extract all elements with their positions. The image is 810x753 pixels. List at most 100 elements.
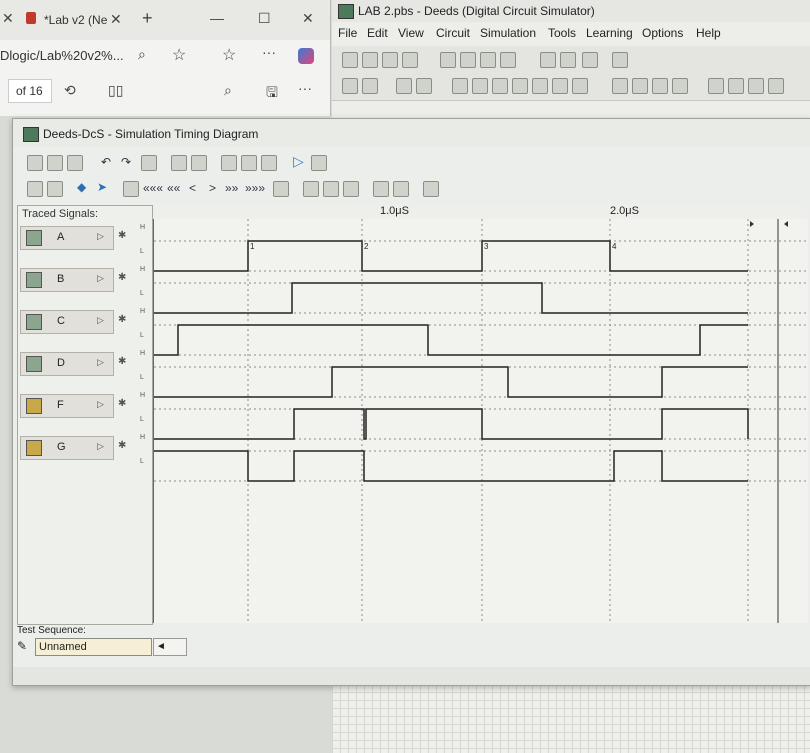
- test-sequence-field[interactable]: Unnamed: [35, 638, 152, 656]
- waveform-a[interactable]: [154, 240, 748, 272]
- scroll-fast-left-button[interactable]: ««: [167, 181, 180, 195]
- minimize-icon[interactable]: —: [210, 10, 224, 26]
- waveform-canvas[interactable]: 1 2 3 4: [154, 219, 808, 623]
- component-icon[interactable]: [362, 78, 378, 94]
- close-icon[interactable]: ✕: [2, 10, 14, 27]
- delete-icon[interactable]: [241, 155, 257, 171]
- component-view-icon[interactable]: [423, 181, 439, 197]
- flipflop-icon[interactable]: [612, 78, 628, 94]
- gate-icon[interactable]: [572, 78, 588, 94]
- scroll-fast-right-button[interactable]: »»: [225, 181, 238, 195]
- xor-gate-icon[interactable]: [532, 78, 548, 94]
- signal-row-a[interactable]: A ▷: [20, 226, 114, 250]
- copy-icon[interactable]: [480, 52, 496, 68]
- menu-learning[interactable]: Learning: [586, 26, 633, 40]
- rising-edge-icon[interactable]: [171, 155, 187, 171]
- signal-row-d[interactable]: D ▷: [20, 352, 114, 376]
- signal-menu-icon[interactable]: ▷: [97, 357, 104, 368]
- browser-tab-title[interactable]: *Lab v2 (Ne: [44, 13, 107, 27]
- waveform-f[interactable]: [154, 408, 749, 440]
- falling-edge-icon[interactable]: [191, 155, 207, 171]
- scroll-far-right-button[interactable]: »»»: [245, 181, 265, 195]
- flipflop-icon[interactable]: [672, 78, 688, 94]
- cursor-icon[interactable]: [373, 181, 389, 197]
- address-bar[interactable]: Dlogic/Lab%20v2%... ⌕ ☆ ☆ ···: [0, 40, 330, 72]
- more-icon[interactable]: ···: [298, 80, 312, 96]
- step-icon[interactable]: [273, 181, 289, 197]
- zoom-out-icon[interactable]: [560, 52, 576, 68]
- menu-help[interactable]: Help: [696, 26, 721, 40]
- hand-icon[interactable]: [582, 52, 598, 68]
- play-icon[interactable]: ▷: [293, 153, 304, 170]
- grid-icon[interactable]: [123, 181, 139, 197]
- stop-icon[interactable]: [311, 155, 327, 171]
- copilot-icon[interactable]: [298, 48, 314, 64]
- signal-menu-icon[interactable]: ▷: [97, 441, 104, 452]
- scroll-left-arrow[interactable]: ◄: [153, 638, 187, 656]
- component-icon[interactable]: [342, 78, 358, 94]
- paste-icon[interactable]: [500, 52, 516, 68]
- menu-file[interactable]: File: [338, 26, 357, 40]
- insert-icon[interactable]: [221, 155, 237, 171]
- menu-view[interactable]: View: [398, 26, 424, 40]
- zoom-in-icon[interactable]: [540, 52, 556, 68]
- end-marker-icon[interactable]: [750, 221, 754, 227]
- redo-icon[interactable]: ↷: [121, 155, 131, 169]
- more-options-icon[interactable]: ···: [262, 44, 276, 60]
- arrow-left-icon[interactable]: ◆: [77, 180, 86, 194]
- maximize-icon[interactable]: ☐: [258, 10, 271, 27]
- menu-simulation[interactable]: Simulation: [480, 26, 536, 40]
- waveform-g[interactable]: [154, 450, 748, 482]
- nand-gate-icon[interactable]: [492, 78, 508, 94]
- waveform-d[interactable]: [154, 366, 748, 398]
- save-icon[interactable]: [382, 52, 398, 68]
- cursor-icon[interactable]: [393, 181, 409, 197]
- device-icon[interactable]: [728, 78, 744, 94]
- zoom-in-icon[interactable]: [303, 181, 319, 197]
- menu-tools[interactable]: Tools: [548, 26, 576, 40]
- or-gate-icon[interactable]: [416, 78, 432, 94]
- window-close-icon[interactable]: ✕: [302, 10, 314, 27]
- menu-circuit[interactable]: Circuit: [436, 26, 470, 40]
- open-icon[interactable]: [362, 52, 378, 68]
- signal-row-b[interactable]: B ▷: [20, 268, 114, 292]
- tab-close-icon[interactable]: ✕: [110, 11, 122, 28]
- new-tab-button[interactable]: +: [142, 8, 153, 29]
- undo-icon[interactable]: ↶: [101, 155, 111, 169]
- flipflop-icon[interactable]: [632, 78, 648, 94]
- and-gate-icon[interactable]: [396, 78, 412, 94]
- menu-options[interactable]: Options: [642, 26, 683, 40]
- device-icon[interactable]: [748, 78, 764, 94]
- zoom-out-icon[interactable]: [323, 181, 339, 197]
- waveform-c[interactable]: [154, 324, 748, 356]
- undo-icon[interactable]: [440, 52, 456, 68]
- settings-icon[interactable]: [261, 155, 277, 171]
- nor-gate-icon[interactable]: [512, 78, 528, 94]
- signal-remove-icon[interactable]: [47, 181, 63, 197]
- cut-icon[interactable]: [460, 52, 476, 68]
- circuit-canvas[interactable]: [332, 684, 810, 753]
- signal-menu-icon[interactable]: ▷: [97, 231, 104, 242]
- waveform-area[interactable]: 1 2 3 4: [153, 219, 808, 623]
- print-icon[interactable]: [402, 52, 418, 68]
- signal-menu-icon[interactable]: ▷: [97, 315, 104, 326]
- signal-row-f[interactable]: F ▷: [20, 394, 114, 418]
- new-icon[interactable]: [342, 52, 358, 68]
- arrow-right-icon[interactable]: ➤: [97, 180, 107, 194]
- clear-icon[interactable]: [67, 155, 83, 171]
- wire-icon[interactable]: [612, 52, 628, 68]
- not-gate-icon[interactable]: [452, 78, 468, 94]
- save-icon[interactable]: 🖫: [266, 82, 278, 106]
- favorite-star-icon[interactable]: ☆: [172, 45, 186, 65]
- zoom-fit-icon[interactable]: [343, 181, 359, 197]
- rotate-icon[interactable]: ⟲: [64, 82, 76, 99]
- save-icon[interactable]: [47, 155, 63, 171]
- menu-edit[interactable]: Edit: [367, 26, 388, 40]
- signal-menu-icon[interactable]: ▷: [97, 399, 104, 410]
- signal-row-g[interactable]: G ▷: [20, 436, 114, 460]
- scroll-right-button[interactable]: >: [209, 181, 216, 195]
- scroll-left-button[interactable]: <: [189, 181, 196, 195]
- signal-menu-icon[interactable]: ▷: [97, 273, 104, 284]
- flipflop-icon[interactable]: [652, 78, 668, 94]
- search-icon[interactable]: ⌕: [224, 82, 232, 99]
